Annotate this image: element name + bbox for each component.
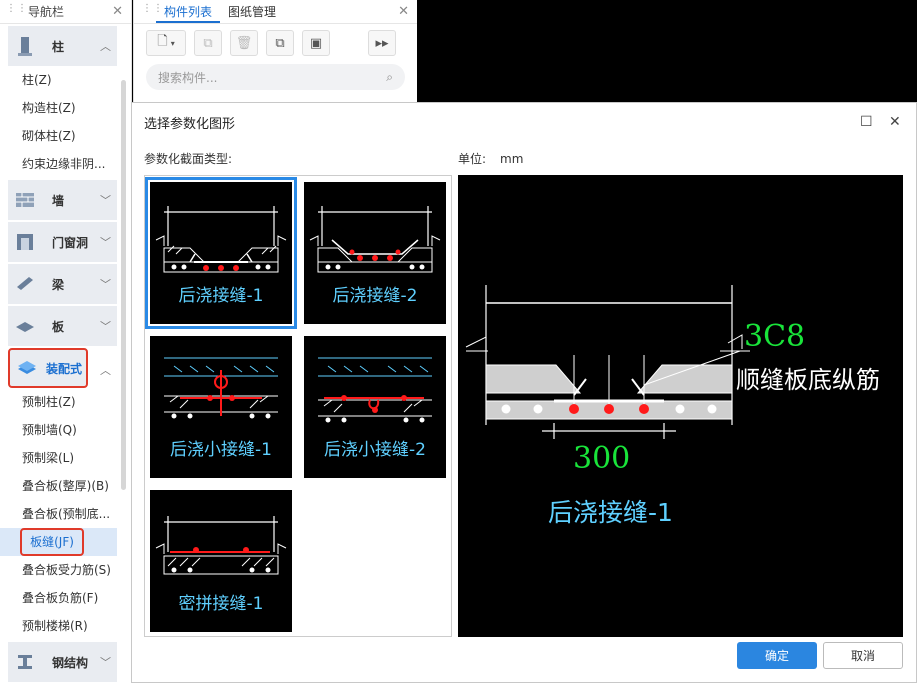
nav-item[interactable]: 预制梁(L) bbox=[0, 444, 131, 472]
nav-item-label: 板缝(JF) bbox=[20, 528, 84, 556]
chevron-down-icon: ﹀ bbox=[100, 320, 111, 333]
search-placeholder: 搜索构件... bbox=[158, 70, 218, 85]
copy-to-floor-button[interactable]: ⧉ bbox=[266, 30, 294, 56]
nav-item[interactable]: 构造柱(Z) bbox=[0, 94, 131, 122]
tab-drawing-management[interactable]: 图纸管理 bbox=[220, 1, 284, 23]
category-assembly-wrap: 装配式 ︿ bbox=[0, 348, 131, 388]
unit-value: mm bbox=[500, 152, 524, 166]
nav-title: 导航栏 bbox=[28, 5, 65, 19]
nav-item[interactable]: 叠合板(整厚)(B) bbox=[0, 472, 131, 500]
nav-item[interactable]: 叠合板受力筋(S) bbox=[0, 556, 131, 584]
category-slab[interactable]: 板 ﹀ bbox=[8, 306, 117, 346]
column-icon bbox=[18, 37, 32, 56]
category-label: 墙 bbox=[52, 193, 65, 208]
chevron-down-icon: ﹀ bbox=[100, 194, 111, 207]
category-label: 柱 bbox=[52, 39, 65, 54]
shape-option[interactable]: 后浇小接缝-2 bbox=[304, 336, 446, 478]
scrollbar[interactable] bbox=[121, 80, 126, 490]
category-steel[interactable]: 钢结构 ﹀ bbox=[8, 642, 117, 682]
nav-item[interactable]: 约束边缘非阴... bbox=[0, 150, 131, 178]
nav-item[interactable]: 预制楼梯(R) bbox=[0, 612, 131, 640]
rebar-description: 顺缝板底纵筋 bbox=[736, 366, 880, 394]
category-label: 板 bbox=[52, 319, 65, 334]
shape-label: 密拼接缝-1 bbox=[178, 594, 264, 614]
component-panel: ⋮⋮ 构件列表 图纸管理 ✕ 🗋 ▾ ⧉ 🗑 ⧉ ▣ ▸▸ 搜索构件... ⌕ bbox=[133, 0, 417, 102]
category-door-window[interactable]: 门窗洞 ﹀ bbox=[8, 222, 117, 262]
door-window-icon bbox=[17, 234, 33, 250]
new-component-button[interactable]: 🗋 ▾ bbox=[146, 30, 186, 56]
category-column[interactable]: 柱 ︿ bbox=[8, 26, 117, 66]
parametric-shape-dialog: 选择参数化图形 ☐ ✕ 参数化截面类型: 单位: mm 后浇接缝-1 后浇接缝-… bbox=[131, 102, 917, 683]
close-icon[interactable]: ✕ bbox=[889, 114, 901, 130]
navigation-panel: ⋮⋮ 导航栏 ✕ 柱 ︿ 柱(Z) 构造柱(Z) 砌体柱(Z) 约束边缘非阴..… bbox=[0, 0, 132, 683]
maximize-icon[interactable]: ☐ bbox=[860, 114, 873, 130]
nav-item[interactable]: 预制柱(Z) bbox=[0, 388, 131, 416]
shape-option[interactable]: 后浇接缝-1 bbox=[145, 177, 297, 329]
category-label: 梁 bbox=[52, 277, 65, 292]
nav-item[interactable]: 砌体柱(Z) bbox=[0, 122, 131, 150]
preview-shape-name: 后浇接缝-1 bbox=[548, 498, 673, 527]
shape-option[interactable]: 后浇接缝-2 bbox=[304, 182, 446, 324]
rebar-spec: 3C8 bbox=[744, 319, 806, 354]
cancel-button[interactable]: 取消 bbox=[823, 642, 903, 669]
category-wall[interactable]: 墙 ﹀ bbox=[8, 180, 117, 220]
save-template-button[interactable]: ▣ bbox=[302, 30, 330, 56]
delete-icon[interactable]: 🗑 bbox=[230, 30, 258, 56]
chevron-down-icon: ﹀ bbox=[100, 278, 111, 291]
shape-option[interactable]: 密拼接缝-1 bbox=[150, 490, 292, 632]
nav-item[interactable]: 叠合板(预制底... bbox=[0, 500, 131, 528]
drag-handle-icon[interactable]: ⋮⋮ bbox=[6, 3, 27, 19]
dialog-title: 选择参数化图形 bbox=[144, 116, 236, 132]
chevron-up-icon: ︿ bbox=[100, 40, 111, 53]
more-button[interactable]: ▸▸ bbox=[368, 30, 396, 56]
shape-label: 后浇小接缝-1 bbox=[170, 440, 272, 460]
nav-item-selected[interactable]: 板缝(JF) bbox=[0, 528, 117, 556]
chevron-up-icon: ︿ bbox=[100, 364, 111, 377]
category-label: 装配式 bbox=[46, 361, 83, 376]
shape-preview: 3C8 顺缝板底纵筋 300 后浇接缝-1 bbox=[458, 175, 903, 637]
category-label: 钢结构 bbox=[52, 655, 89, 670]
copy-button[interactable]: ⧉ bbox=[194, 30, 222, 56]
prefab-icon bbox=[18, 361, 36, 374]
shape-label: 后浇接缝-1 bbox=[178, 286, 264, 306]
category-label: 门窗洞 bbox=[52, 235, 89, 250]
nav-item[interactable]: 预制墙(Q) bbox=[0, 416, 131, 444]
close-icon[interactable]: ✕ bbox=[398, 4, 409, 19]
nav-item[interactable]: 柱(Z) bbox=[0, 66, 131, 94]
component-tabs: ⋮⋮ 构件列表 图纸管理 ✕ bbox=[134, 0, 417, 24]
section-type-label: 参数化截面类型: bbox=[144, 152, 233, 166]
beam-icon bbox=[17, 277, 33, 290]
search-input[interactable]: 搜索构件... ⌕ bbox=[146, 64, 405, 90]
slab-icon bbox=[16, 322, 34, 332]
close-icon[interactable]: ✕ bbox=[112, 4, 123, 19]
shape-option[interactable]: 后浇小接缝-1 bbox=[150, 336, 292, 478]
drag-handle-icon[interactable]: ⋮⋮ bbox=[142, 3, 163, 19]
chevron-down-icon: ﹀ bbox=[100, 656, 111, 669]
shape-label: 后浇小接缝-2 bbox=[324, 440, 426, 460]
nav-header: ⋮⋮ 导航栏 ✕ bbox=[0, 0, 131, 24]
confirm-button[interactable]: 确定 bbox=[737, 642, 817, 669]
unit-label-text: 单位: bbox=[458, 152, 487, 166]
unit-label: 单位: mm bbox=[458, 150, 523, 167]
category-assembly[interactable]: 装配式 bbox=[8, 348, 88, 388]
shape-grid: 后浇接缝-1 后浇接缝-2 后浇小接缝-1 后浇小接缝-2 密拼接缝-1 bbox=[144, 175, 452, 637]
width-dimension: 300 bbox=[573, 441, 631, 476]
component-toolbar: 🗋 ▾ ⧉ 🗑 ⧉ ▣ ▸▸ bbox=[134, 24, 417, 62]
steel-icon bbox=[18, 655, 32, 669]
search-icon: ⌕ bbox=[386, 69, 393, 84]
nav-item[interactable]: 叠合板负筋(F) bbox=[0, 584, 131, 612]
category-beam[interactable]: 梁 ﹀ bbox=[8, 264, 117, 304]
preview-drawing bbox=[465, 285, 750, 439]
tab-component-list[interactable]: 构件列表 bbox=[156, 1, 221, 23]
shape-label: 后浇接缝-2 bbox=[332, 286, 418, 306]
wall-icon bbox=[16, 193, 34, 207]
chevron-down-icon: ﹀ bbox=[100, 236, 111, 249]
